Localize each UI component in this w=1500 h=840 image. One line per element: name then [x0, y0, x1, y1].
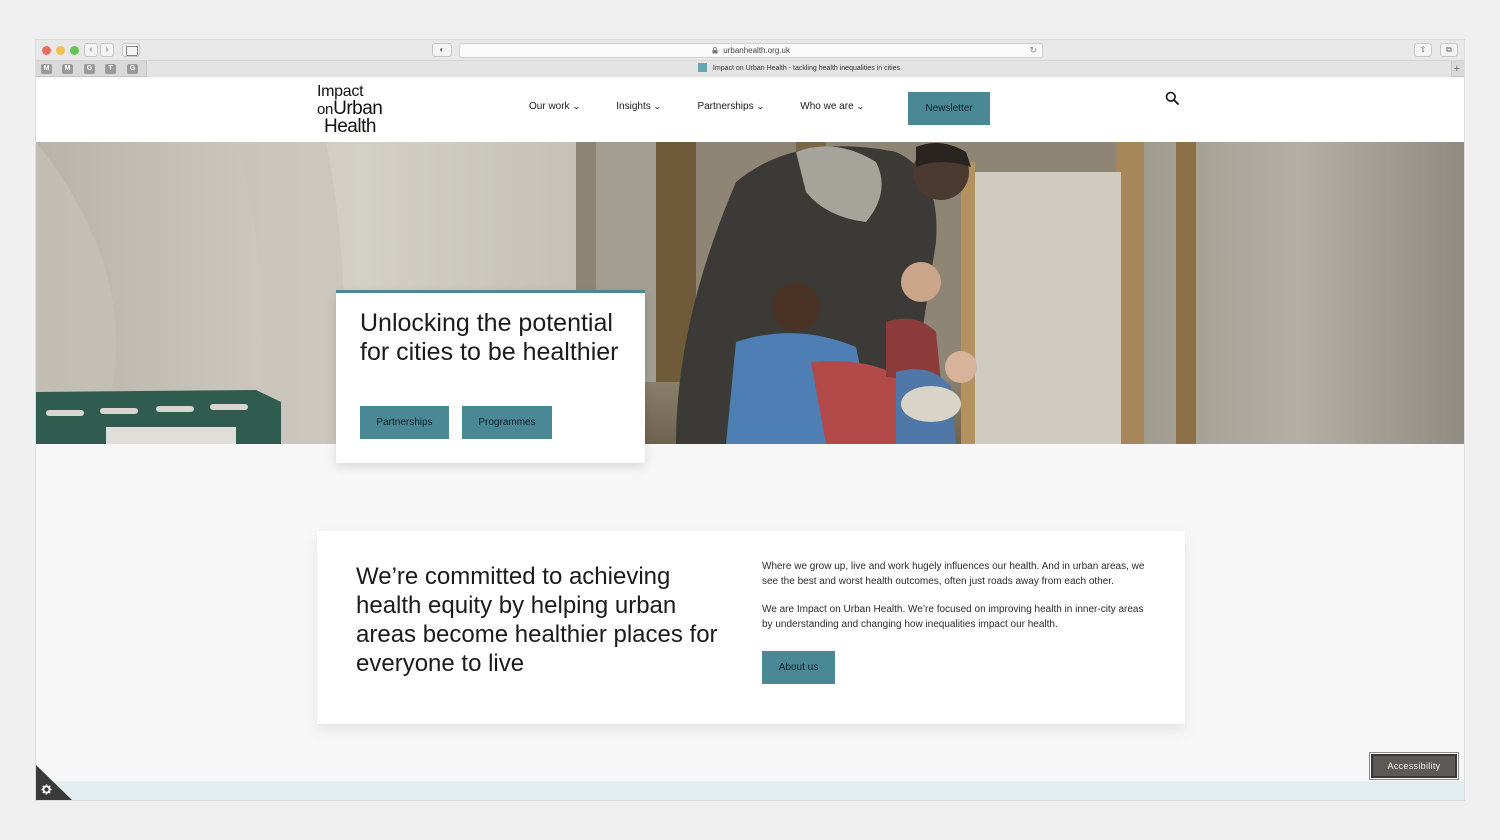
privacy-icon[interactable]: ◐: [432, 43, 452, 57]
url-text: urbanhealth.org.uk: [723, 46, 790, 55]
nav-partnerships[interactable]: Partnerships ⌄: [697, 101, 765, 115]
gear-icon[interactable]: [41, 784, 52, 795]
tab-title: Impact on Urban Health - tackling health…: [712, 65, 901, 72]
sidebar-toggle-icon[interactable]: [122, 43, 140, 57]
footer-strip: [36, 781, 1464, 800]
site-logo[interactable]: Impact onUrban Health: [317, 83, 407, 137]
nav-who-we-are[interactable]: Who we are ⌄: [800, 101, 865, 115]
mission-title: We’re committed to achieving health equi…: [356, 563, 718, 677]
chevron-down-icon: ⌄: [571, 102, 581, 111]
back-button[interactable]: ‹: [84, 43, 98, 57]
chevron-down-icon: ⌄: [755, 102, 765, 111]
zoom-window-button[interactable]: [70, 46, 79, 55]
tab-active[interactable]: Impact on Urban Health - tackling health…: [146, 61, 1452, 77]
site-favicon-icon: [697, 63, 707, 72]
address-bar[interactable]: urbanhealth.org.uk ↻: [459, 43, 1043, 58]
nav-label: Our work: [529, 101, 570, 112]
partnerships-button[interactable]: Partnerships: [360, 406, 449, 439]
nav-label: Who we are: [800, 101, 854, 112]
mission-card: We’re committed to achieving health equi…: [317, 531, 1185, 724]
browser-window: ‹ › ◐ urbanhealth.org.uk ↻ ⇧ ⧉ M M G T G…: [36, 40, 1464, 800]
site-header: Impact onUrban Health Our work ⌄ Insights…: [36, 78, 1464, 142]
chevron-down-icon: ⌄: [855, 102, 865, 111]
browser-toolbar: ‹ › ◐ urbanhealth.org.uk ↻ ⇧ ⧉: [36, 40, 1464, 61]
favorite-gmail-icon[interactable]: M: [41, 64, 52, 74]
lock-icon: [712, 47, 718, 54]
tab-overview-icon[interactable]: ⧉: [1440, 43, 1458, 57]
programmes-button[interactable]: Programmes: [462, 406, 552, 439]
forward-button[interactable]: ›: [100, 43, 114, 57]
chevron-down-icon: ⌄: [652, 102, 662, 111]
tab-bar: M M G T G Impact on Urban Health - tackl…: [36, 61, 1464, 77]
nav-label: Insights: [616, 101, 651, 112]
mission-paragraph-2: We are Impact on Urban Health. We’re foc…: [762, 604, 1144, 630]
reload-icon[interactable]: ↻: [1029, 44, 1037, 57]
search-icon[interactable]: [1165, 91, 1179, 105]
favorite-google-icon[interactable]: G: [84, 64, 95, 74]
minimize-window-button[interactable]: [56, 46, 65, 55]
hero-photo: [36, 142, 1464, 444]
nav-our-work[interactable]: Our work ⌄: [529, 101, 581, 115]
accessibility-button[interactable]: Accessibility: [1369, 752, 1459, 780]
about-us-button[interactable]: About us: [762, 651, 835, 684]
mission-paragraph-1: Where we grow up, live and work hugely i…: [762, 561, 1145, 587]
favorite-google-icon[interactable]: G: [127, 64, 138, 74]
hero-image: [36, 142, 1464, 444]
favorite-gmail-icon[interactable]: M: [62, 64, 73, 74]
share-icon[interactable]: ⇧: [1414, 43, 1432, 57]
hero-card: Unlocking the potential for cities to be…: [336, 290, 645, 463]
close-window-button[interactable]: [42, 46, 51, 55]
logo-line-3: Health: [324, 116, 376, 137]
main-navigation: Our work ⌄ Insights ⌄ Partnerships ⌄ Who we…: [529, 101, 899, 115]
nav-label: Partnerships: [697, 101, 754, 112]
nav-insights[interactable]: Insights ⌄: [616, 101, 662, 115]
newsletter-button[interactable]: Newsletter: [908, 92, 990, 125]
hero-title: Unlocking the potential for cities to be…: [360, 309, 619, 366]
favorite-t-icon[interactable]: T: [105, 64, 116, 74]
new-tab-button[interactable]: +: [1454, 62, 1460, 76]
web-page: Impact onUrban Health Our work ⌄ Insights…: [36, 78, 1464, 800]
